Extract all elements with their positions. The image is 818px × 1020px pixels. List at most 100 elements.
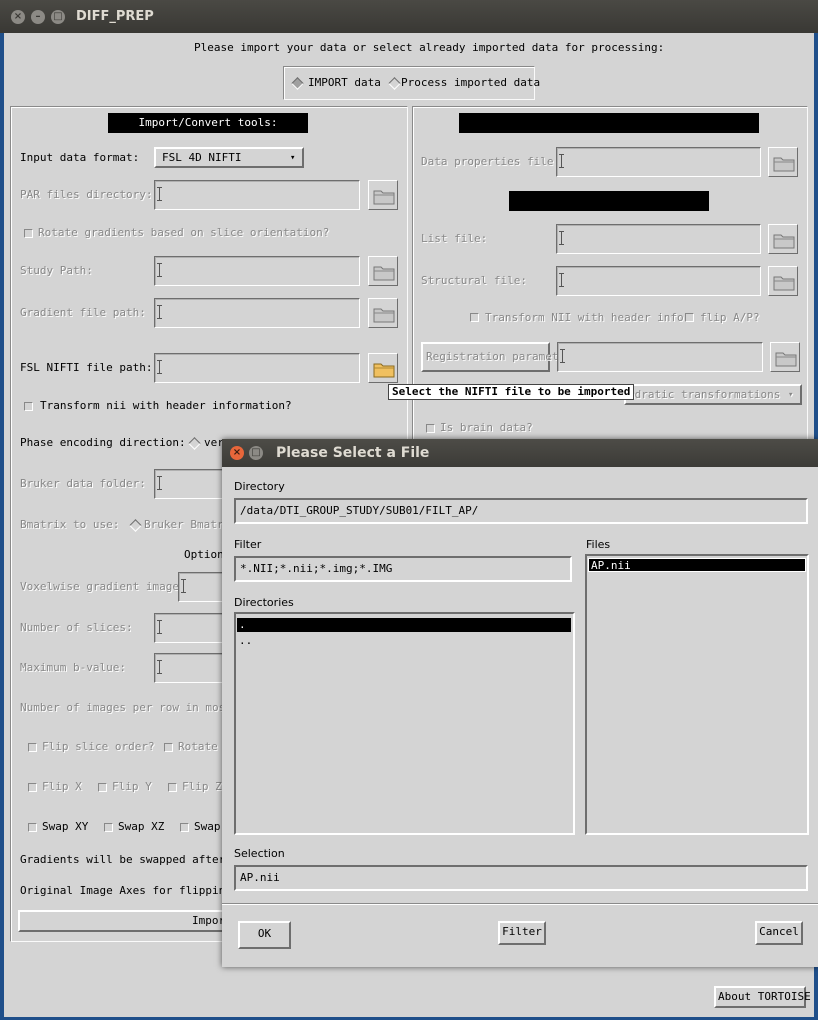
brain-data-label: Is brain data? (440, 421, 533, 434)
max-bvalue-label: Maximum b-value: (20, 661, 126, 674)
phase-vertical-label: ver (204, 436, 224, 449)
swap-xy-label: Swap XY (42, 820, 89, 833)
registration-browse-button[interactable] (770, 342, 800, 372)
flip-slice-label: Flip slice order? (42, 740, 155, 753)
nifti-tooltip: Select the NIFTI file to be imported (388, 384, 635, 400)
selection-input[interactable]: AP.nii (234, 865, 808, 891)
par-dir-browse-button[interactable] (368, 180, 398, 210)
swap-yz-checkbox[interactable] (180, 823, 189, 832)
flip-y-label: Flip Y (112, 780, 152, 793)
close-icon[interactable]: × (11, 10, 25, 24)
swap-xy-checkbox[interactable] (28, 823, 37, 832)
brain-data-checkbox[interactable] (426, 424, 435, 433)
flip-slice-checkbox[interactable] (28, 743, 37, 752)
study-path-browse-button[interactable] (368, 256, 398, 286)
flip-z-checkbox[interactable] (168, 783, 177, 792)
main-titlebar[interactable]: × – □ DIFF_PREP (0, 0, 818, 33)
swap-xz-label: Swap XZ (118, 820, 165, 833)
mosaic-label: Number of images per row in mosaic (20, 701, 246, 714)
cancel-button[interactable]: Cancel (755, 921, 803, 945)
dialog-divider (222, 903, 818, 905)
process-radio[interactable] (388, 77, 401, 90)
gradients-swapped-label: Gradients will be swapped after be (20, 853, 246, 866)
list-item[interactable]: . (237, 618, 571, 632)
folder-icon (373, 363, 395, 378)
list-file-browse-button[interactable] (768, 224, 798, 254)
dialog-titlebar[interactable]: × □ Please Select a File (222, 439, 818, 467)
nifti-path-input[interactable] (154, 353, 360, 383)
study-path-label: Study Path: (20, 264, 93, 277)
par-dir-input[interactable] (154, 180, 360, 210)
gradient-path-label: Gradient file path: (20, 306, 146, 319)
transform-nii-checkbox[interactable] (24, 402, 33, 411)
flip-y-checkbox[interactable] (98, 783, 107, 792)
file-select-dialog: × □ Please Select a File Directory /data… (222, 439, 818, 967)
import-radio[interactable] (291, 77, 304, 90)
input-format-label: Input data format: (20, 151, 140, 164)
selection-label: Selection (234, 847, 285, 860)
transform-nii-header-checkbox[interactable] (470, 313, 479, 322)
section-header-bar (509, 191, 709, 211)
folder-icon (773, 276, 795, 291)
structural-file-browse-button[interactable] (768, 266, 798, 296)
gradient-path-browse-button[interactable] (368, 298, 398, 328)
bmatrix-label: Bmatrix to use: (20, 518, 120, 531)
study-path-input[interactable] (154, 256, 360, 286)
process-radio-label: Process imported data (401, 76, 541, 89)
folder-icon (775, 352, 797, 367)
list-item[interactable]: .. (237, 634, 252, 648)
directories-label: Directories (234, 596, 294, 609)
structural-file-input[interactable] (556, 266, 761, 296)
nifti-path-browse-button[interactable] (368, 353, 398, 383)
flip-z-label: Flip Z (182, 780, 222, 793)
flip-ap-checkbox[interactable] (685, 313, 694, 322)
rotate-short-label: Rotate (178, 740, 218, 753)
options-label: Option (184, 548, 224, 561)
registration-param-input[interactable] (557, 342, 763, 372)
ok-button[interactable]: OK (238, 921, 291, 949)
list-item[interactable]: AP.nii (588, 558, 806, 572)
swap-xz-checkbox[interactable] (104, 823, 113, 832)
list-file-label: List file: (421, 232, 488, 245)
nifti-path-label: FSL NIFTI file path: (20, 361, 153, 374)
transform-nii-label: Transform nii with header information? (40, 399, 292, 412)
flip-x-label: Flip X (42, 780, 82, 793)
gradient-path-input[interactable] (154, 298, 360, 328)
dialog-maximize-icon[interactable]: □ (249, 446, 263, 460)
minimize-icon[interactable]: – (31, 10, 45, 24)
data-props-browse-button[interactable] (768, 147, 798, 177)
folder-icon (373, 308, 395, 323)
data-props-label: Data properties file: (421, 155, 561, 168)
about-tortoise-button[interactable]: About TORTOISE (714, 986, 811, 1008)
transformation-select[interactable]: adratic transformations ▾ (624, 384, 802, 405)
filter-input[interactable]: *.NII;*.nii;*.img;*.IMG (234, 556, 572, 582)
intro-text: Please import your data or select alread… (194, 41, 665, 54)
par-dir-label: PAR files directory: (20, 188, 153, 201)
directories-list[interactable]: . .. (234, 612, 575, 835)
bruker-folder-label: Bruker data folder: (20, 477, 146, 490)
dialog-close-icon[interactable]: × (230, 446, 244, 460)
rotate-gradients-checkbox[interactable] (24, 229, 33, 238)
import-button[interactable]: Impor (18, 910, 238, 932)
dialog-title: Please Select a File (276, 445, 430, 461)
axes-flipping-label: Original Image Axes for flipping: (20, 884, 239, 897)
flip-ap-label: flip A/P? (700, 311, 760, 324)
input-format-select[interactable]: FSL 4D NIFTI ▾ (154, 147, 304, 168)
registration-param-button[interactable]: Registration paramet (421, 342, 558, 372)
filter-button[interactable]: Filter (498, 921, 546, 945)
data-props-input[interactable] (556, 147, 761, 177)
maximize-icon[interactable]: □ (51, 10, 65, 24)
flip-x-checkbox[interactable] (28, 783, 37, 792)
phase-encoding-label: Phase encoding direction: (20, 436, 186, 449)
filter-label: Filter (234, 538, 262, 551)
window-title: DIFF_PREP (76, 9, 154, 24)
files-label: Files (586, 538, 611, 551)
directory-input[interactable]: /data/DTI_GROUP_STUDY/SUB01/FILT_AP/ (234, 498, 808, 524)
rotate-checkbox[interactable] (164, 743, 173, 752)
structural-file-label: Structural file: (421, 274, 527, 287)
list-file-input[interactable] (556, 224, 761, 254)
folder-icon (773, 157, 795, 172)
process-header-bar (459, 113, 759, 133)
files-list[interactable]: AP.nii (585, 554, 809, 835)
import-header: Import/Convert tools: (108, 113, 308, 133)
